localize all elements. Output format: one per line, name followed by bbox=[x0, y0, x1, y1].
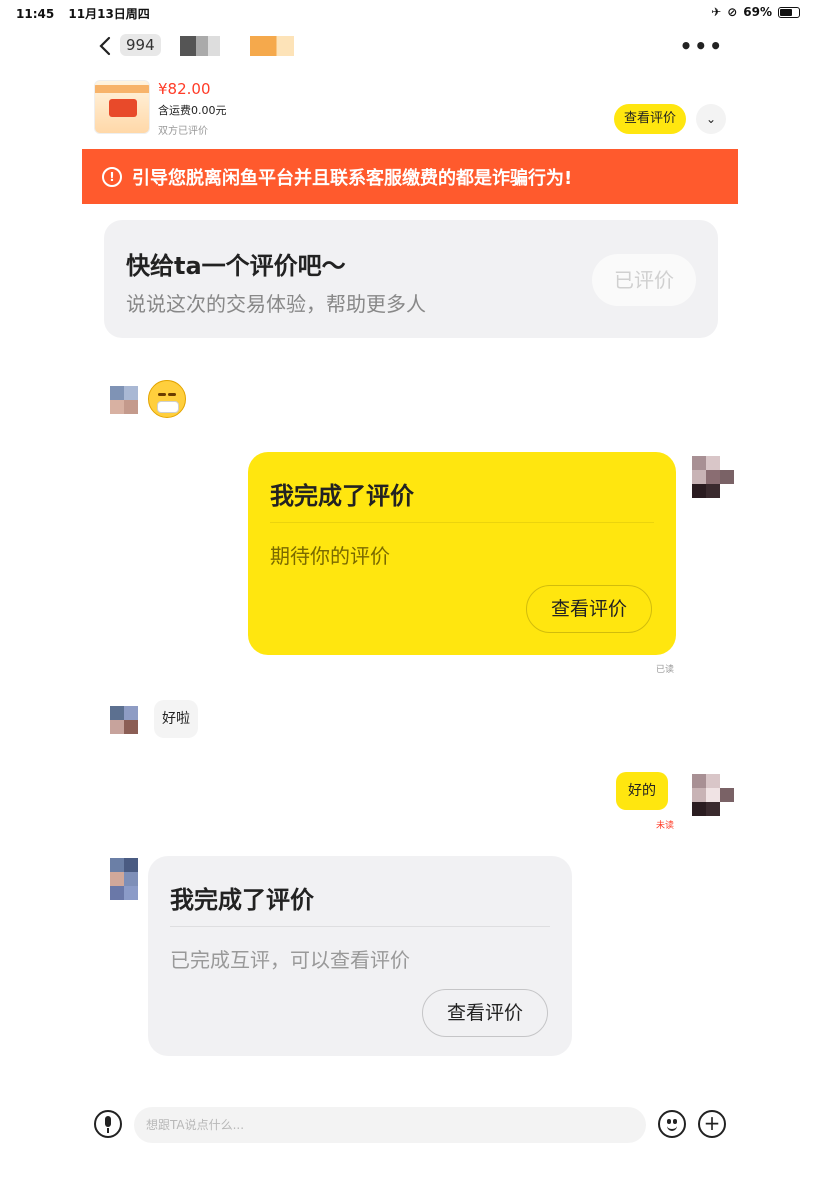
status-date: 11月13日周四 bbox=[68, 7, 150, 21]
rate-prompt-card: 快给ta一个评价吧～ 说说这次的交易体验，帮助更多人 已评价 bbox=[104, 220, 718, 338]
avatar[interactable] bbox=[692, 456, 734, 498]
thumbnail-band bbox=[95, 85, 149, 93]
product-shipping: 含运费0.00元 bbox=[158, 104, 227, 117]
product-price: ¥82.00 bbox=[158, 80, 211, 98]
avatar[interactable] bbox=[110, 858, 138, 900]
battery-fill bbox=[780, 8, 792, 16]
link-icon: ⊘ bbox=[727, 5, 738, 19]
card-title: 我完成了评价 bbox=[170, 886, 314, 914]
avatar[interactable] bbox=[110, 706, 138, 734]
chat-title: 994 bbox=[120, 34, 161, 56]
review-status: 双方已评价 bbox=[158, 126, 208, 137]
chat-header: 994 ••• bbox=[82, 30, 738, 64]
airplane-icon: ✈ bbox=[711, 5, 722, 19]
unread-status: 未读 bbox=[656, 821, 675, 831]
avatar[interactable] bbox=[692, 774, 734, 816]
rate-prompt-title: 快给ta一个评价吧～ bbox=[126, 252, 346, 280]
status-bar: 11:45 11月13日周四 ✈ ⊘ 69% bbox=[0, 0, 820, 24]
fraud-warning-text: 引导您脱离闲鱼平台并且联系客服缴费的都是诈骗行为! bbox=[132, 167, 573, 189]
message-bubble: 好啦 bbox=[154, 700, 198, 738]
card-divider bbox=[270, 522, 654, 523]
sweat-smile-emoji bbox=[148, 380, 186, 418]
avatar[interactable] bbox=[110, 386, 138, 414]
status-time: 11:45 bbox=[16, 7, 55, 21]
status-right: ✈ ⊘ 69% bbox=[711, 5, 800, 19]
message-input[interactable] bbox=[134, 1107, 646, 1143]
more-dots-icon[interactable]: ••• bbox=[680, 34, 724, 58]
review-done-card-sent: 我完成了评价 期待你的评价 查看评价 bbox=[248, 452, 676, 655]
smiley-icon[interactable] bbox=[658, 1110, 686, 1138]
battery-percent: 69% bbox=[743, 5, 772, 19]
microphone-icon[interactable] bbox=[94, 1110, 122, 1138]
battery-icon bbox=[778, 6, 800, 18]
thumbnail-box bbox=[109, 99, 137, 117]
card-text: 已完成互评，可以查看评价 bbox=[170, 948, 410, 972]
emoji-eye bbox=[158, 393, 166, 396]
blurred-name bbox=[180, 36, 220, 56]
chat-title-text: 994 bbox=[126, 36, 155, 54]
review-done-card-received: 我完成了评价 已完成互评，可以查看评价 查看评价 bbox=[148, 856, 572, 1056]
chat-input-bar: + bbox=[82, 1104, 738, 1148]
product-thumbnail[interactable] bbox=[94, 80, 150, 134]
smiley-mouth bbox=[667, 1126, 677, 1131]
emoji-eye bbox=[168, 393, 176, 396]
smiley-eye bbox=[673, 1119, 677, 1124]
back-icon[interactable] bbox=[96, 34, 116, 58]
card-divider bbox=[170, 926, 550, 927]
view-review-button[interactable]: 查看评价 bbox=[613, 104, 686, 134]
chevron-down-icon[interactable]: ⌄ bbox=[696, 104, 726, 134]
blurred-avatar bbox=[250, 36, 294, 56]
status-left: 11:45 11月13日周四 bbox=[16, 5, 160, 22]
card-text: 期待你的评价 bbox=[270, 544, 390, 568]
emoji-mask bbox=[157, 401, 179, 413]
read-status: 已读 bbox=[656, 665, 675, 675]
rate-prompt-subtitle: 说说这次的交易体验，帮助更多人 bbox=[126, 292, 426, 316]
already-rated-button: 已评价 bbox=[592, 254, 696, 306]
fraud-warning-banner: ! 引导您脱离闲鱼平台并且联系客服缴费的都是诈骗行为! bbox=[82, 149, 738, 204]
view-review-button[interactable]: 查看评价 bbox=[422, 989, 548, 1037]
view-review-button[interactable]: 查看评价 bbox=[526, 585, 652, 633]
smiley-eye bbox=[667, 1119, 671, 1124]
card-title: 我完成了评价 bbox=[270, 482, 414, 510]
plus-icon[interactable]: + bbox=[698, 1110, 726, 1138]
alert-icon: ! bbox=[102, 166, 122, 187]
message-bubble: 好的 bbox=[616, 772, 668, 810]
product-bar[interactable]: ¥82.00 含运费0.00元 双方已评价 查看评价 ⌄ bbox=[82, 76, 738, 140]
